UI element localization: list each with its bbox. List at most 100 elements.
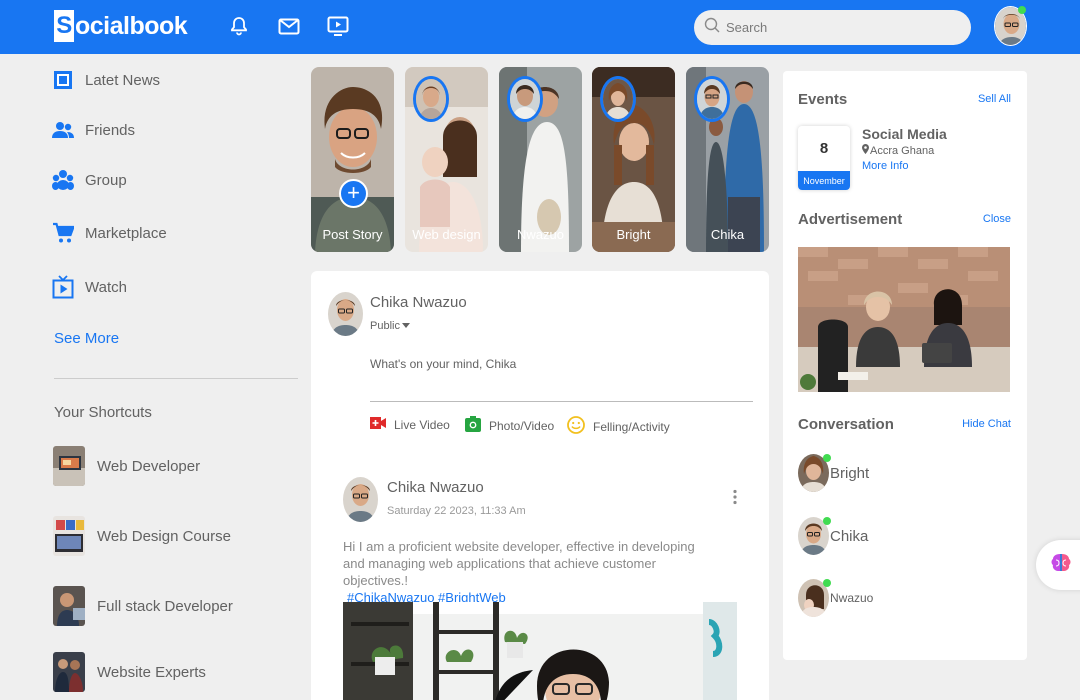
story-label: Post Story (322, 227, 383, 242)
chat-contact-nwazuo[interactable]: Nwazuo (798, 579, 873, 617)
sidebar-item-group[interactable]: Group (52, 169, 127, 191)
privacy-label: Public (370, 320, 400, 332)
watch-icon (52, 275, 74, 299)
group-icon (52, 169, 74, 191)
chat-contact-bright[interactable]: Bright (798, 454, 869, 492)
shortcut-thumbnail (53, 652, 85, 692)
friends-icon (52, 119, 74, 141)
feed-card: Chika Nwazuo Public What's on your mind,… (311, 271, 769, 700)
close-ad-link[interactable]: Close (983, 213, 1011, 225)
bell-icon[interactable] (227, 14, 251, 38)
composer-user-name: Chika Nwazuo (370, 294, 467, 311)
cart-icon (52, 222, 74, 244)
event-location: Accra Ghana (862, 144, 934, 157)
see-more-link[interactable]: See More (54, 330, 119, 347)
post-author-name[interactable]: Chika Nwazuo (387, 479, 484, 496)
shortcut-item[interactable]: Web Developer (53, 446, 200, 486)
left-sidebar: Latet News Friends Group Marketplace Wat… (0, 54, 300, 700)
story-card-bright[interactable]: Bright (592, 67, 675, 252)
sidebar-divider (54, 378, 298, 379)
action-label: Live Video (394, 417, 450, 432)
advertisement-heading: Advertisement (798, 211, 903, 228)
search-bar[interactable] (694, 10, 971, 45)
story-image (311, 67, 394, 252)
smiley-icon (567, 416, 585, 437)
story-avatar (694, 76, 730, 122)
live-video-button[interactable]: Live Video (370, 417, 450, 432)
advertisement-image[interactable] (798, 247, 1010, 392)
contact-name: Nwazuo (830, 591, 874, 605)
logo-text: ocialbook (75, 11, 188, 40)
story-label: Nwazuo (517, 227, 564, 242)
video-icon[interactable] (326, 14, 350, 38)
assistant-brain-button[interactable] (1036, 540, 1080, 590)
shortcut-label: Web Design Course (97, 527, 231, 545)
post-author-avatar[interactable] (343, 477, 378, 522)
sidebar-item-label: Group (85, 171, 127, 189)
search-input[interactable] (726, 20, 946, 35)
mail-icon[interactable] (277, 14, 301, 38)
sidebar-item-friends[interactable]: Friends (52, 119, 135, 141)
sidebar-item-label: Marketplace (85, 224, 167, 242)
live-video-icon (370, 417, 386, 432)
chat-contact-chika[interactable]: Chika (798, 517, 868, 555)
sidebar-item-label: Friends (85, 121, 136, 139)
sidebar-item-watch[interactable]: Watch (52, 275, 127, 299)
sidebar-item-latest-news[interactable]: Latet News (52, 69, 160, 91)
add-story-icon[interactable]: + (339, 179, 368, 208)
more-options-icon[interactable] (731, 489, 739, 505)
privacy-selector[interactable]: Public (370, 320, 410, 332)
location-pin-icon (862, 144, 869, 157)
post-input[interactable]: What's on your mind, Chika (370, 357, 753, 402)
post-image[interactable] (343, 602, 737, 700)
sidebar-item-marketplace[interactable]: Marketplace (52, 222, 167, 244)
contact-name: Bright (830, 464, 870, 482)
story-avatar (413, 76, 449, 122)
story-card-nwazuo[interactable]: Nwazuo (499, 67, 582, 252)
user-avatar[interactable] (328, 292, 363, 336)
shortcut-label: Web Developer (97, 457, 201, 475)
shortcut-label: Full stack Developer (97, 597, 233, 615)
shortcut-thumbnail (53, 516, 85, 556)
logo[interactable]: S ocialbook (54, 10, 188, 42)
event-more-info-link[interactable]: More Info (862, 160, 908, 172)
events-heading: Events (798, 91, 848, 108)
event-date: 8 November (798, 126, 850, 190)
shortcut-item[interactable]: Full stack Developer (53, 586, 233, 626)
story-card-chika[interactable]: Chika (686, 67, 769, 252)
action-label: Felling/Activity (593, 419, 670, 434)
story-label: Web design (412, 227, 481, 242)
shortcut-item[interactable]: Website Experts (53, 652, 206, 692)
news-icon (52, 69, 74, 91)
shortcuts-heading: Your Shortcuts (54, 404, 152, 421)
story-label: Bright (616, 227, 651, 242)
search-icon (704, 17, 720, 38)
post-text: Hi I am a proficient website developer, … (343, 538, 713, 606)
event-day: 8 (819, 140, 829, 157)
shortcut-thumbnail (53, 586, 85, 626)
caret-down-icon (401, 320, 410, 332)
right-sidebar: Events Sell All 8 November Social Media … (783, 71, 1027, 660)
online-indicator (823, 517, 831, 525)
story-avatar (600, 76, 636, 122)
event-month: November (798, 171, 850, 190)
feeling-activity-button[interactable]: Felling/Activity (567, 416, 670, 437)
see-all-events-link[interactable]: Sell All (978, 93, 1011, 105)
story-label: Chika (710, 227, 745, 242)
conversation-heading: Conversation (798, 416, 894, 433)
shortcut-item[interactable]: Web Design Course (53, 516, 231, 556)
story-card-web-design[interactable]: Web design (405, 67, 488, 252)
top-navbar: S ocialbook (0, 0, 1080, 54)
action-label: Photo/Video (489, 418, 555, 433)
post-timestamp: Saturday 22 2023, 11:33 Am (387, 505, 526, 517)
photo-video-button[interactable]: Photo/Video (465, 416, 554, 435)
brain-icon (1050, 552, 1072, 579)
sidebar-item-label: Latet News (85, 71, 161, 89)
post-body: Hi I am a proficient website developer, … (343, 539, 695, 588)
story-card-post[interactable]: + Post Story (311, 67, 394, 252)
event-name: Social Media (862, 126, 947, 142)
event-location-text: Accra Ghana (870, 144, 935, 157)
logo-letter: S (54, 10, 74, 42)
hide-chat-link[interactable]: Hide Chat (962, 418, 1011, 430)
contact-name: Chika (830, 527, 869, 545)
